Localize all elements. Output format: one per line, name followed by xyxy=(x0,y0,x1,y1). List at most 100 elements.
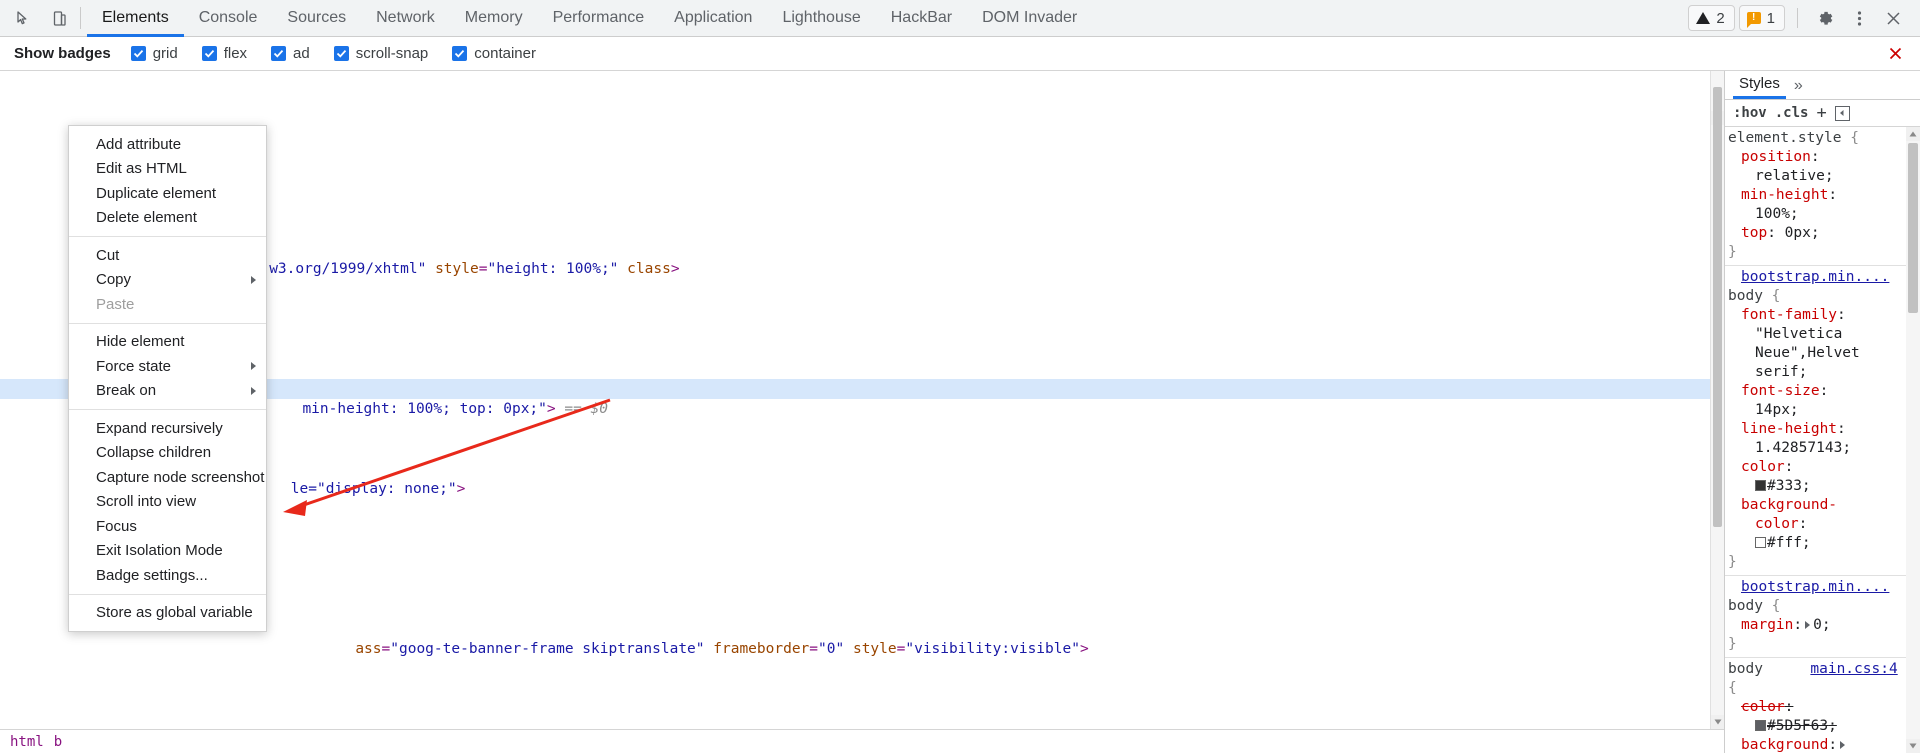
style-declaration[interactable]: line-height: xyxy=(1725,420,1906,439)
style-declaration[interactable]: color: xyxy=(1725,458,1906,477)
tab-elements[interactable]: Elements xyxy=(87,1,184,37)
device-toolbar-icon[interactable] xyxy=(46,5,72,31)
style-declaration[interactable]: background- xyxy=(1725,496,1906,515)
dom-tree-scrollbar[interactable] xyxy=(1710,71,1724,729)
style-declaration[interactable]: font-family: xyxy=(1725,306,1906,325)
property-name[interactable]: min-height xyxy=(1741,187,1828,203)
checkbox-checked-icon[interactable] xyxy=(201,46,217,61)
tab-network[interactable]: Network xyxy=(361,1,450,37)
property-name[interactable]: font-size xyxy=(1741,383,1820,399)
checkbox-checked-icon[interactable] xyxy=(130,46,146,61)
style-source-link[interactable]: bootstrap.min.... xyxy=(1725,268,1906,287)
kebab-menu-icon[interactable] xyxy=(1844,3,1874,33)
dom-line[interactable] xyxy=(0,699,1724,719)
property-name[interactable]: margin xyxy=(1741,617,1793,633)
style-rule-selector[interactable]: body xyxy=(1728,288,1763,304)
scroll-down-arrow-icon[interactable] xyxy=(1711,715,1724,729)
context-menu-item-cut[interactable]: Cut xyxy=(69,243,266,268)
context-menu-item-hide-element[interactable]: Hide element xyxy=(69,330,266,355)
tab-console[interactable]: Console xyxy=(184,1,273,37)
tab-application[interactable]: Application xyxy=(659,1,767,37)
property-value[interactable]: 100%; xyxy=(1725,205,1906,224)
styles-scroll-thumb[interactable] xyxy=(1908,143,1918,313)
property-value[interactable]: "Helvetica xyxy=(1725,325,1906,344)
new-style-rule-button[interactable]: + xyxy=(1816,103,1826,123)
tab-memory[interactable]: Memory xyxy=(450,1,538,37)
breadcrumb-item-html[interactable]: html xyxy=(10,734,44,750)
badge-bar-close-icon[interactable] xyxy=(1882,41,1908,67)
context-menu-item-expand-recursively[interactable]: Expand recursively xyxy=(69,416,266,441)
style-rule-selector[interactable]: body xyxy=(1728,661,1763,677)
hov-toggle[interactable]: :hov xyxy=(1733,105,1767,121)
expand-shorthand-icon[interactable] xyxy=(1840,741,1846,749)
color-swatch[interactable] xyxy=(1755,480,1766,491)
tab-hackbar[interactable]: HackBar xyxy=(876,1,967,37)
breadcrumb-item-b[interactable]: b xyxy=(54,734,62,750)
style-declaration[interactable]: font-size: xyxy=(1725,382,1906,401)
style-rule-bootstrap-body-1[interactable]: bootstrap.min.... body { font-family: "H… xyxy=(1725,266,1906,576)
badge-option-container[interactable]: container xyxy=(452,45,536,62)
context-menu-item-badge-settings[interactable]: Badge settings... xyxy=(69,563,266,588)
color-swatch[interactable] xyxy=(1755,720,1766,731)
badge-option-grid[interactable]: grid xyxy=(130,45,178,62)
style-declaration[interactable]: position: xyxy=(1725,148,1906,167)
tab-lighthouse[interactable]: Lighthouse xyxy=(767,1,875,37)
tab-sources[interactable]: Sources xyxy=(272,1,361,37)
property-value[interactable]: 0 xyxy=(1813,617,1822,633)
style-rule-selector[interactable]: element.style xyxy=(1728,130,1842,146)
property-name[interactable]: background xyxy=(1741,737,1828,753)
close-icon[interactable] xyxy=(1878,3,1908,33)
context-menu-item-scroll-into-view[interactable]: Scroll into view xyxy=(69,490,266,515)
context-menu-item-capture-node-screenshot[interactable]: Capture node screenshot xyxy=(69,465,266,490)
scroll-down-arrow-icon[interactable] xyxy=(1906,739,1920,753)
badge-option-ad[interactable]: ad xyxy=(271,45,310,62)
cls-toggle[interactable]: .cls xyxy=(1775,105,1809,121)
checkbox-checked-icon[interactable] xyxy=(271,46,287,61)
style-declaration-overridden[interactable]: color: xyxy=(1725,698,1906,717)
context-menu-item-collapse-children[interactable]: Collapse children xyxy=(69,441,266,466)
inspect-cursor-icon[interactable] xyxy=(10,5,36,31)
property-name[interactable]: line-height xyxy=(1741,421,1837,437)
issue-counter[interactable]: ! 1 xyxy=(1738,5,1785,31)
styles-more-tabs-icon[interactable]: » xyxy=(1786,77,1809,99)
scroll-up-arrow-icon[interactable] xyxy=(1906,127,1920,141)
gear-icon[interactable] xyxy=(1810,3,1840,33)
tab-styles[interactable]: Styles xyxy=(1733,75,1786,99)
badge-option-scroll-snap[interactable]: scroll-snap xyxy=(333,45,428,62)
property-name[interactable]: color xyxy=(1741,459,1785,475)
style-rule-main-css-body[interactable]: body main.css:4 { color: #5D5F63; backgr… xyxy=(1725,658,1906,753)
property-value[interactable]: 1.42857143; xyxy=(1725,439,1906,458)
context-menu-item-force-state[interactable]: Force state xyxy=(69,354,266,379)
context-menu-item-duplicate-element[interactable]: Duplicate element xyxy=(69,181,266,206)
context-menu-item-store-as-global-variable[interactable]: Store as global variable xyxy=(69,601,266,626)
property-value[interactable]: #fff; xyxy=(1725,534,1906,553)
checkbox-checked-icon[interactable] xyxy=(452,46,468,61)
context-menu-item-edit-as-html[interactable]: Edit as HTML xyxy=(69,157,266,182)
property-name[interactable]: top xyxy=(1741,225,1767,241)
badge-option-flex[interactable]: flex xyxy=(201,45,247,62)
context-menu-item-focus[interactable]: Focus xyxy=(69,514,266,539)
context-menu-item-exit-isolation-mode[interactable]: Exit Isolation Mode xyxy=(69,539,266,564)
dom-tree-scroll-thumb[interactable] xyxy=(1713,87,1722,527)
property-name[interactable]: background- xyxy=(1741,497,1837,513)
style-rule-element-style[interactable]: element.style { position: relative; min-… xyxy=(1725,127,1906,266)
style-declaration[interactable]: top: 0px; xyxy=(1725,224,1906,243)
toggle-sidebar-icon[interactable] xyxy=(1834,105,1850,121)
property-name[interactable]: color xyxy=(1741,699,1785,715)
context-menu-item-add-attribute[interactable]: Add attribute xyxy=(69,132,266,157)
tab-performance[interactable]: Performance xyxy=(538,1,660,37)
property-value[interactable]: relative; xyxy=(1725,167,1906,186)
context-menu-item-copy[interactable]: Copy xyxy=(69,268,266,293)
context-menu-item-break-on[interactable]: Break on xyxy=(69,379,266,404)
checkbox-checked-icon[interactable] xyxy=(333,46,349,61)
property-name[interactable]: position xyxy=(1741,149,1811,165)
style-declaration[interactable]: background: xyxy=(1725,736,1906,753)
property-value[interactable]: #333; xyxy=(1725,477,1906,496)
property-name[interactable]: font-family xyxy=(1741,307,1837,323)
style-declaration[interactable]: min-height: xyxy=(1725,186,1906,205)
styles-rules-list[interactable]: element.style { position: relative; min-… xyxy=(1725,127,1920,753)
dom-context-menu[interactable]: Add attribute Edit as HTML Duplicate ele… xyxy=(68,125,267,632)
tab-dom-invader[interactable]: DOM Invader xyxy=(967,1,1092,37)
context-menu-item-delete-element[interactable]: Delete element xyxy=(69,206,266,231)
property-value-overridden[interactable]: #5D5F63; xyxy=(1725,717,1906,736)
